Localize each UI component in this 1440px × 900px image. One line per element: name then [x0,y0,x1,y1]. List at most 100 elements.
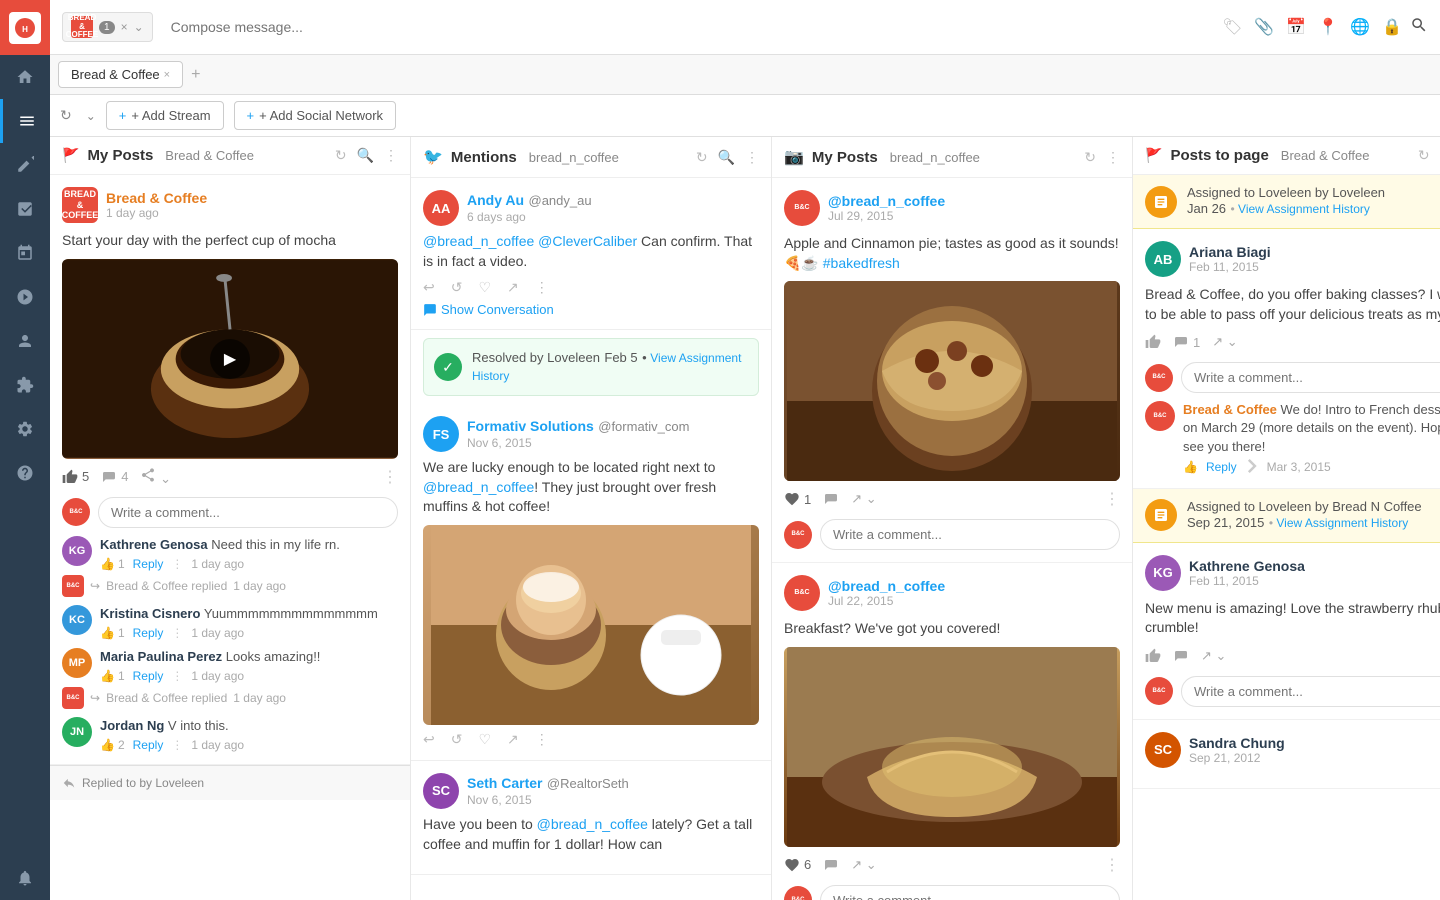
sidebar-item-apps[interactable] [0,363,50,407]
comment-kathrene-author[interactable]: Kathrene Genosa [100,537,208,552]
bc-reply-like[interactable]: 👍 [1183,460,1198,474]
ig-post2-author[interactable]: @bread_n_coffee [828,578,945,594]
bc-reply-more[interactable] [1245,459,1259,476]
post1-comment-input[interactable] [98,497,398,528]
col2-refresh-icon[interactable]: ↻ [696,149,708,166]
ariana-like[interactable] [1145,334,1161,350]
ig-post1-like[interactable]: 1 [784,491,811,507]
ariana-comment[interactable]: 1 [1173,334,1200,350]
assignment2-history-link[interactable]: View Assignment History [1276,516,1408,530]
ig-post2-like[interactable]: 6 [784,857,811,873]
ig-post1-author[interactable]: @bread_n_coffee [828,193,945,209]
globe-icon[interactable]: 🌐 [1350,17,1370,37]
location-icon[interactable]: 📍 [1318,17,1338,37]
add-tab-button[interactable]: + [191,66,200,84]
comment-jordan-author[interactable]: Jordan Ng [100,718,164,733]
ariana-comment-input[interactable] [1181,362,1440,393]
col3-refresh-icon[interactable]: ↻ [1084,149,1096,166]
ig-post2-comment-input[interactable] [820,885,1120,900]
sidebar-item-streams[interactable] [0,99,50,143]
play-button[interactable]: ▶ [210,339,250,379]
sidebar-item-notifications[interactable] [0,856,50,900]
jordan-more-button[interactable]: ⋮ [171,738,183,752]
seth-author[interactable]: Seth Carter [467,775,542,791]
kathrene-col4-comment-input[interactable] [1181,676,1440,707]
formativ-share-icon[interactable]: ↗ [507,731,519,748]
comment-kristina-author[interactable]: Kristina Cisnero [100,606,200,621]
ig-post1-more[interactable]: ⋮ [1104,489,1120,509]
tab-close-icon[interactable]: × [121,20,128,34]
formativ-like-icon[interactable]: ♡ [478,731,491,748]
compose-input[interactable] [161,13,1214,41]
sidebar-item-home[interactable] [0,55,50,99]
kristina-more-button[interactable]: ⋮ [171,626,183,640]
ig-post2-more[interactable]: ⋮ [1104,855,1120,875]
reply-icon[interactable]: ↩ [423,279,435,296]
ig-post2-share[interactable]: ↗ ⌄ [851,857,876,873]
kathrene-col4-comment[interactable] [1173,648,1189,664]
refresh-icon[interactable]: ↻ [60,107,72,124]
col2-search-icon[interactable]: 🔍 [718,149,735,166]
ig-post1-comment-input[interactable] [820,519,1120,550]
chevron-down-icon[interactable]: ⌄ [86,109,96,123]
sidebar-item-settings[interactable] [0,407,50,451]
col4-refresh-icon[interactable]: ↻ [1418,147,1430,164]
col3-more-icon[interactable]: ⋮ [1106,149,1120,166]
post1-like-button[interactable]: 5 [62,469,89,485]
post1-share-button[interactable]: ⌄ [140,467,171,487]
formativ-author[interactable]: Formativ Solutions [467,418,594,434]
ig-post1-share[interactable]: ↗ ⌄ [851,491,876,507]
comment-maria-author[interactable]: Maria Paulina Perez [100,649,222,664]
ig-post2-comment[interactable] [823,857,839,873]
maria-like-icon[interactable]: 👍 1 [100,669,125,683]
sidebar-logo[interactable]: H [0,0,50,55]
post1-more-button[interactable]: ⋮ [382,467,398,487]
maria-more-button[interactable]: ⋮ [171,669,183,683]
breadcoffee-tab[interactable]: Bread & Coffee × [58,61,183,88]
jordan-reply-button[interactable]: Reply [133,738,164,752]
tab-close-button[interactable]: × [164,69,170,81]
tab-chevron-icon[interactable]: ⌄ [134,20,144,34]
ariana-author[interactable]: Ariana Biagi [1189,244,1271,260]
calendar-icon[interactable]: 📅 [1286,17,1306,37]
sidebar-item-publisher[interactable] [0,275,50,319]
jordan-like-icon[interactable]: 👍 2 [100,738,125,752]
ig-post1-comment[interactable] [823,491,839,507]
add-social-network-button[interactable]: + + Add Social Network [234,101,397,130]
col1-search-icon[interactable]: 🔍 [357,147,374,164]
bc-reply-button[interactable]: Reply [1206,460,1237,474]
search-icon[interactable] [1410,16,1428,39]
sidebar-item-analytics[interactable] [0,187,50,231]
comment-like-icon[interactable]: 👍 1 [100,557,125,571]
kathrene-col4-like[interactable] [1145,648,1161,664]
kristina-like-icon[interactable]: 👍 1 [100,626,125,640]
add-stream-button[interactable]: + + Add Stream [106,101,224,130]
sidebar-item-contacts[interactable] [0,319,50,363]
formativ-more-icon[interactable]: ⋮ [535,731,549,748]
like-icon[interactable]: ♡ [478,279,491,296]
post1-comment-button[interactable]: 4 [101,469,128,485]
tag-icon[interactable]: 🏷 [1222,17,1242,37]
sidebar-item-help[interactable] [0,451,50,495]
col2-more-icon[interactable]: ⋮ [745,149,759,166]
sidebar-item-schedule[interactable] [0,231,50,275]
retweet-icon[interactable]: ↺ [451,279,463,296]
comment-more-button[interactable]: ⋮ [171,557,183,571]
comment-reply-button[interactable]: Reply [133,557,164,571]
lock-icon[interactable]: 🔒 [1382,17,1402,37]
formativ-reply-icon[interactable]: ↩ [423,731,435,748]
kristina-reply-button[interactable]: Reply [133,626,164,640]
formativ-retweet-icon[interactable]: ↺ [451,731,463,748]
assignment1-history-link[interactable]: View Assignment History [1238,202,1370,216]
maria-reply-button[interactable]: Reply [133,669,164,683]
ariana-share[interactable]: ↗ ⌄ [1212,334,1237,350]
col1-more-icon[interactable]: ⋮ [384,147,398,164]
col1-refresh-icon[interactable]: ↻ [335,147,347,164]
kathrene-col4-author[interactable]: Kathrene Genosa [1189,558,1305,574]
show-conversation-button[interactable]: Show Conversation [423,302,759,317]
account-tab[interactable]: BREAD &COFFEE 1 × ⌄ [62,12,153,42]
attachment-icon[interactable]: 📎 [1254,17,1274,37]
andy-author[interactable]: Andy Au [467,192,524,208]
more-icon[interactable]: ⋮ [535,279,549,296]
sandra-author[interactable]: Sandra Chung [1189,735,1285,751]
